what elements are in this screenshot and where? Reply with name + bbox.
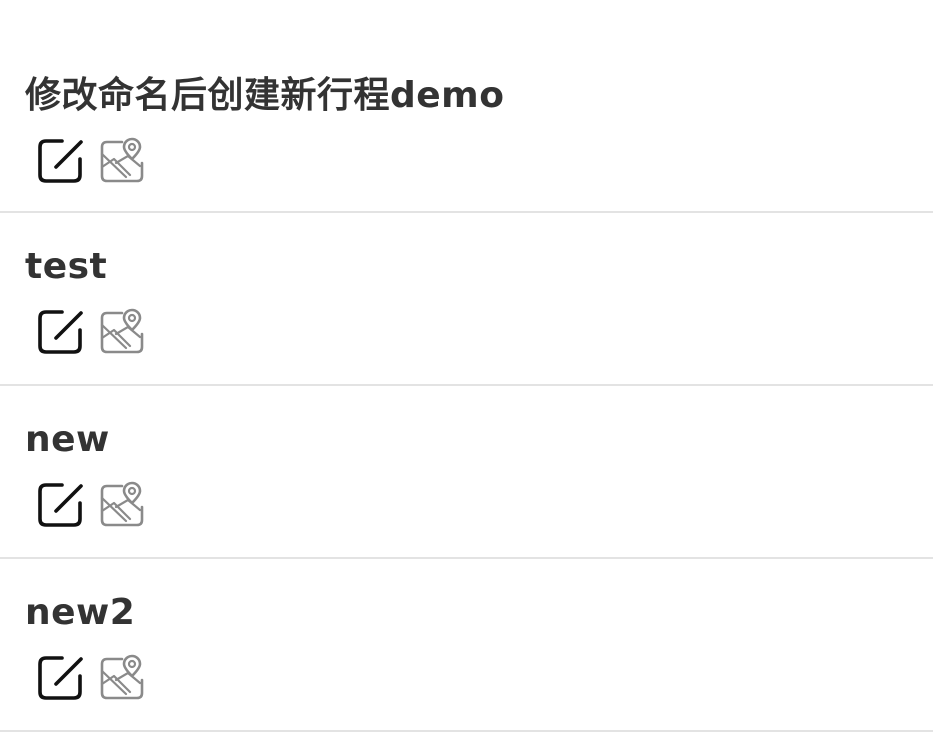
trip-actions bbox=[34, 307, 146, 357]
edit-icon[interactable] bbox=[34, 479, 86, 531]
trip-row[interactable]: new2 bbox=[0, 559, 933, 732]
trip-actions bbox=[34, 480, 146, 530]
trip-row[interactable]: new bbox=[0, 386, 933, 559]
trip-actions bbox=[34, 653, 146, 703]
trip-row[interactable]: 修改命名后创建新行程demo bbox=[0, 40, 933, 213]
trip-title: new bbox=[25, 419, 110, 460]
trip-title: 修改命名后创建新行程demo bbox=[25, 75, 505, 116]
edit-icon[interactable] bbox=[34, 306, 86, 358]
edit-icon[interactable] bbox=[34, 652, 86, 704]
trip-title: test bbox=[25, 246, 108, 287]
trip-list: 修改命名后创建新行程demo test new new2 bbox=[0, 40, 933, 732]
map-pin-icon[interactable] bbox=[98, 137, 146, 185]
map-pin-icon[interactable] bbox=[98, 308, 146, 356]
map-pin-icon[interactable] bbox=[98, 481, 146, 529]
trip-actions bbox=[34, 136, 146, 186]
trip-row[interactable]: test bbox=[0, 213, 933, 386]
map-pin-icon[interactable] bbox=[98, 654, 146, 702]
trip-title: new2 bbox=[25, 592, 136, 633]
edit-icon[interactable] bbox=[34, 135, 86, 187]
